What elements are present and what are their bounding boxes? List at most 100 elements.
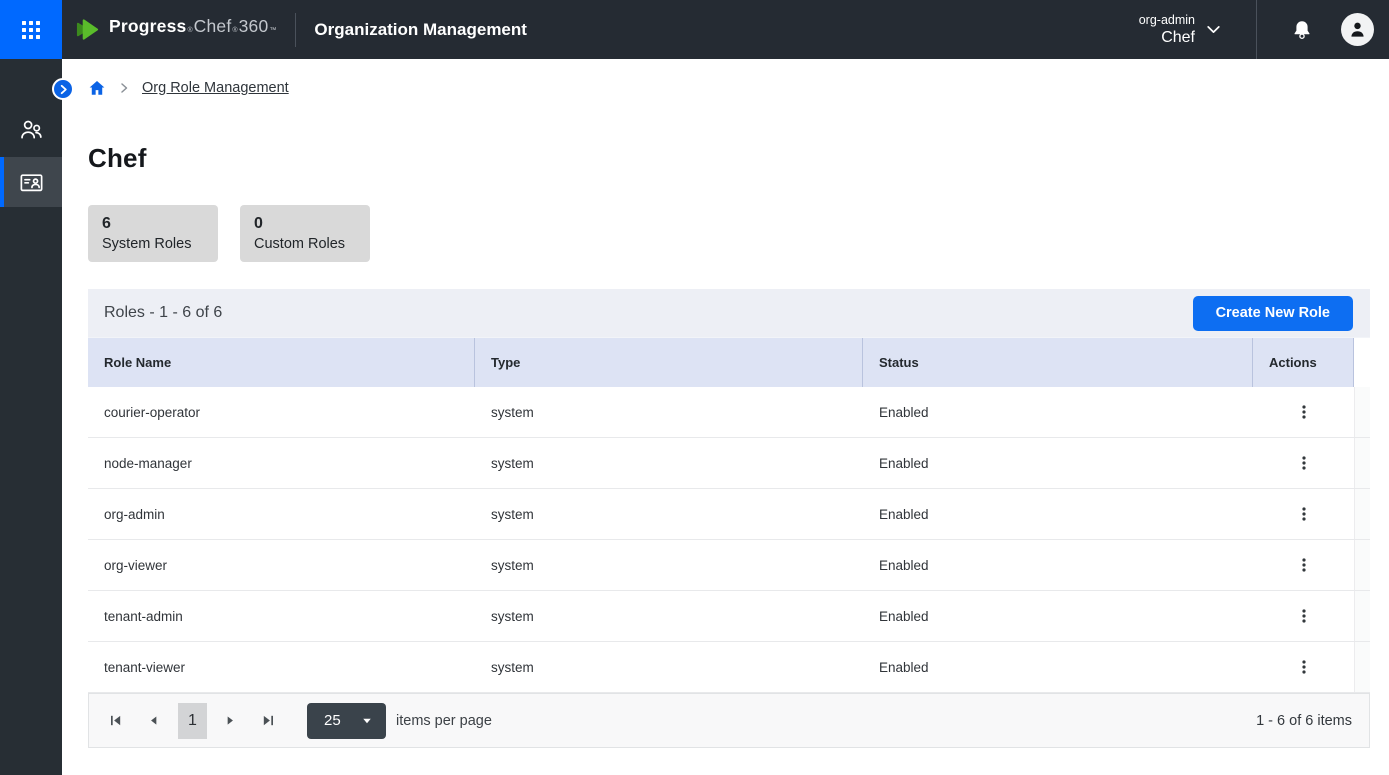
breadcrumb-link-org-role-management[interactable]: Org Role Management xyxy=(142,80,289,96)
home-icon[interactable] xyxy=(88,79,106,97)
app-root: Progress®Chef®360™ Organization Manageme… xyxy=(0,0,1389,775)
column-header-role-name[interactable]: Role Name xyxy=(88,338,475,387)
sidebar xyxy=(0,59,62,775)
row-actions-button[interactable] xyxy=(1289,601,1319,631)
cell-type: system xyxy=(475,438,863,488)
current-page[interactable]: 1 xyxy=(178,703,207,739)
row-scrollbar-spacer xyxy=(1354,438,1370,488)
cell-status: Enabled xyxy=(863,591,1253,641)
table-toolbar: Roles - 1 - 6 of 6 Create New Role xyxy=(88,289,1370,337)
cell-status: Enabled xyxy=(863,387,1253,437)
row-scrollbar-spacer xyxy=(1354,489,1370,539)
active-item-accent xyxy=(0,157,4,207)
row-scrollbar-spacer xyxy=(1354,540,1370,590)
cell-actions xyxy=(1253,489,1354,539)
column-header-type[interactable]: Type xyxy=(475,338,863,387)
caret-left-icon xyxy=(147,714,160,727)
cell-role-name: tenant-viewer xyxy=(88,642,475,692)
table-row: courier-operator system Enabled xyxy=(88,387,1370,438)
cell-role-name: node-manager xyxy=(88,438,475,488)
last-page-button[interactable] xyxy=(250,703,286,739)
users-icon xyxy=(18,116,45,143)
roles-table: Roles - 1 - 6 of 6 Create New Role Role … xyxy=(88,289,1370,748)
table-row: tenant-admin system Enabled xyxy=(88,591,1370,642)
cell-status: Enabled xyxy=(863,642,1253,692)
topbar-divider xyxy=(295,13,296,47)
brand-360: 360 xyxy=(239,16,269,37)
stats-row: 6 System Roles 0 Custom Roles xyxy=(88,205,1370,262)
system-roles-label: System Roles xyxy=(102,234,204,254)
brand-reg-mark: ® xyxy=(187,27,192,34)
org-switcher[interactable]: org-admin Chef xyxy=(1139,12,1222,47)
kebab-menu-icon xyxy=(1296,455,1312,471)
brand-reg-mark-2: ® xyxy=(232,27,237,34)
notifications-button[interactable] xyxy=(1279,0,1325,59)
row-actions-button[interactable] xyxy=(1289,652,1319,682)
main-content: Org Role Management Chef 6 System Roles … xyxy=(62,59,1389,775)
cell-role-name: courier-operator xyxy=(88,387,475,437)
cell-actions xyxy=(1253,540,1354,590)
row-scrollbar-spacer xyxy=(1354,642,1370,692)
page-size-value: 25 xyxy=(324,712,341,729)
bell-icon xyxy=(1290,18,1314,42)
sidebar-item-org-roles[interactable] xyxy=(0,157,62,207)
previous-page-button[interactable] xyxy=(135,703,171,739)
row-actions-button[interactable] xyxy=(1289,448,1319,478)
breadcrumb-separator-icon xyxy=(118,82,130,94)
column-header-actions: Actions xyxy=(1253,338,1354,387)
waffle-grid-icon xyxy=(19,18,43,42)
page-size-select[interactable]: 25 xyxy=(307,703,386,739)
cell-status: Enabled xyxy=(863,540,1253,590)
org-role-label: org-admin xyxy=(1139,12,1195,28)
brand-tm-mark: ™ xyxy=(269,27,276,34)
row-actions-button[interactable] xyxy=(1289,397,1319,427)
pagination-bar: 1 25 items xyxy=(88,693,1370,748)
system-roles-count: 6 xyxy=(102,214,204,234)
cell-type: system xyxy=(475,591,863,641)
app-title: Organization Management xyxy=(314,20,527,40)
sidebar-item-users[interactable] xyxy=(0,104,62,154)
custom-roles-label: Custom Roles xyxy=(254,234,356,254)
org-name-label: Chef xyxy=(1139,28,1195,47)
cell-type: system xyxy=(475,642,863,692)
stat-card-system-roles: 6 System Roles xyxy=(88,205,218,262)
cell-type: system xyxy=(475,387,863,437)
column-header-status[interactable]: Status xyxy=(863,338,1253,387)
create-new-role-button[interactable]: Create New Role xyxy=(1193,296,1353,331)
org-switcher-text: org-admin Chef xyxy=(1139,12,1195,47)
items-per-page-label: items per page xyxy=(396,713,492,729)
kebab-menu-icon xyxy=(1296,557,1312,573)
table-title: Roles - 1 - 6 of 6 xyxy=(104,304,222,322)
cell-actions xyxy=(1253,642,1354,692)
sidebar-expand-button[interactable] xyxy=(52,78,74,100)
brand-chef: Chef xyxy=(194,16,232,37)
cell-type: system xyxy=(475,540,863,590)
table-header-row: Role Name Type Status Actions xyxy=(88,337,1370,387)
cell-status: Enabled xyxy=(863,438,1253,488)
row-actions-button[interactable] xyxy=(1289,550,1319,580)
table-body: courier-operator system Enabled node-man… xyxy=(88,387,1370,693)
first-page-button[interactable] xyxy=(97,703,133,739)
app-launcher-button[interactable] xyxy=(0,0,62,59)
caret-right-icon xyxy=(224,714,237,727)
row-actions-button[interactable] xyxy=(1289,499,1319,529)
caret-down-icon xyxy=(361,715,373,727)
cell-role-name: tenant-admin xyxy=(88,591,475,641)
cell-actions xyxy=(1253,387,1354,437)
table-row: org-viewer system Enabled xyxy=(88,540,1370,591)
chevron-right-icon xyxy=(58,84,69,95)
cell-role-name: org-admin xyxy=(88,489,475,539)
stat-card-custom-roles: 0 Custom Roles xyxy=(240,205,370,262)
cell-role-name: org-viewer xyxy=(88,540,475,590)
top-bar: Progress®Chef®360™ Organization Manageme… xyxy=(0,0,1389,59)
brand-logo: Progress®Chef®360™ xyxy=(75,16,277,43)
pager-summary: 1 - 6 of 6 items xyxy=(1256,713,1352,729)
custom-roles-count: 0 xyxy=(254,214,356,234)
next-page-button[interactable] xyxy=(212,703,248,739)
table-row: org-admin system Enabled xyxy=(88,489,1370,540)
user-menu-button[interactable] xyxy=(1325,0,1389,59)
table-row: tenant-viewer system Enabled xyxy=(88,642,1370,693)
header-scrollbar-spacer xyxy=(1354,338,1370,387)
brand-progress: Progress xyxy=(109,16,186,37)
person-icon xyxy=(1348,20,1367,39)
